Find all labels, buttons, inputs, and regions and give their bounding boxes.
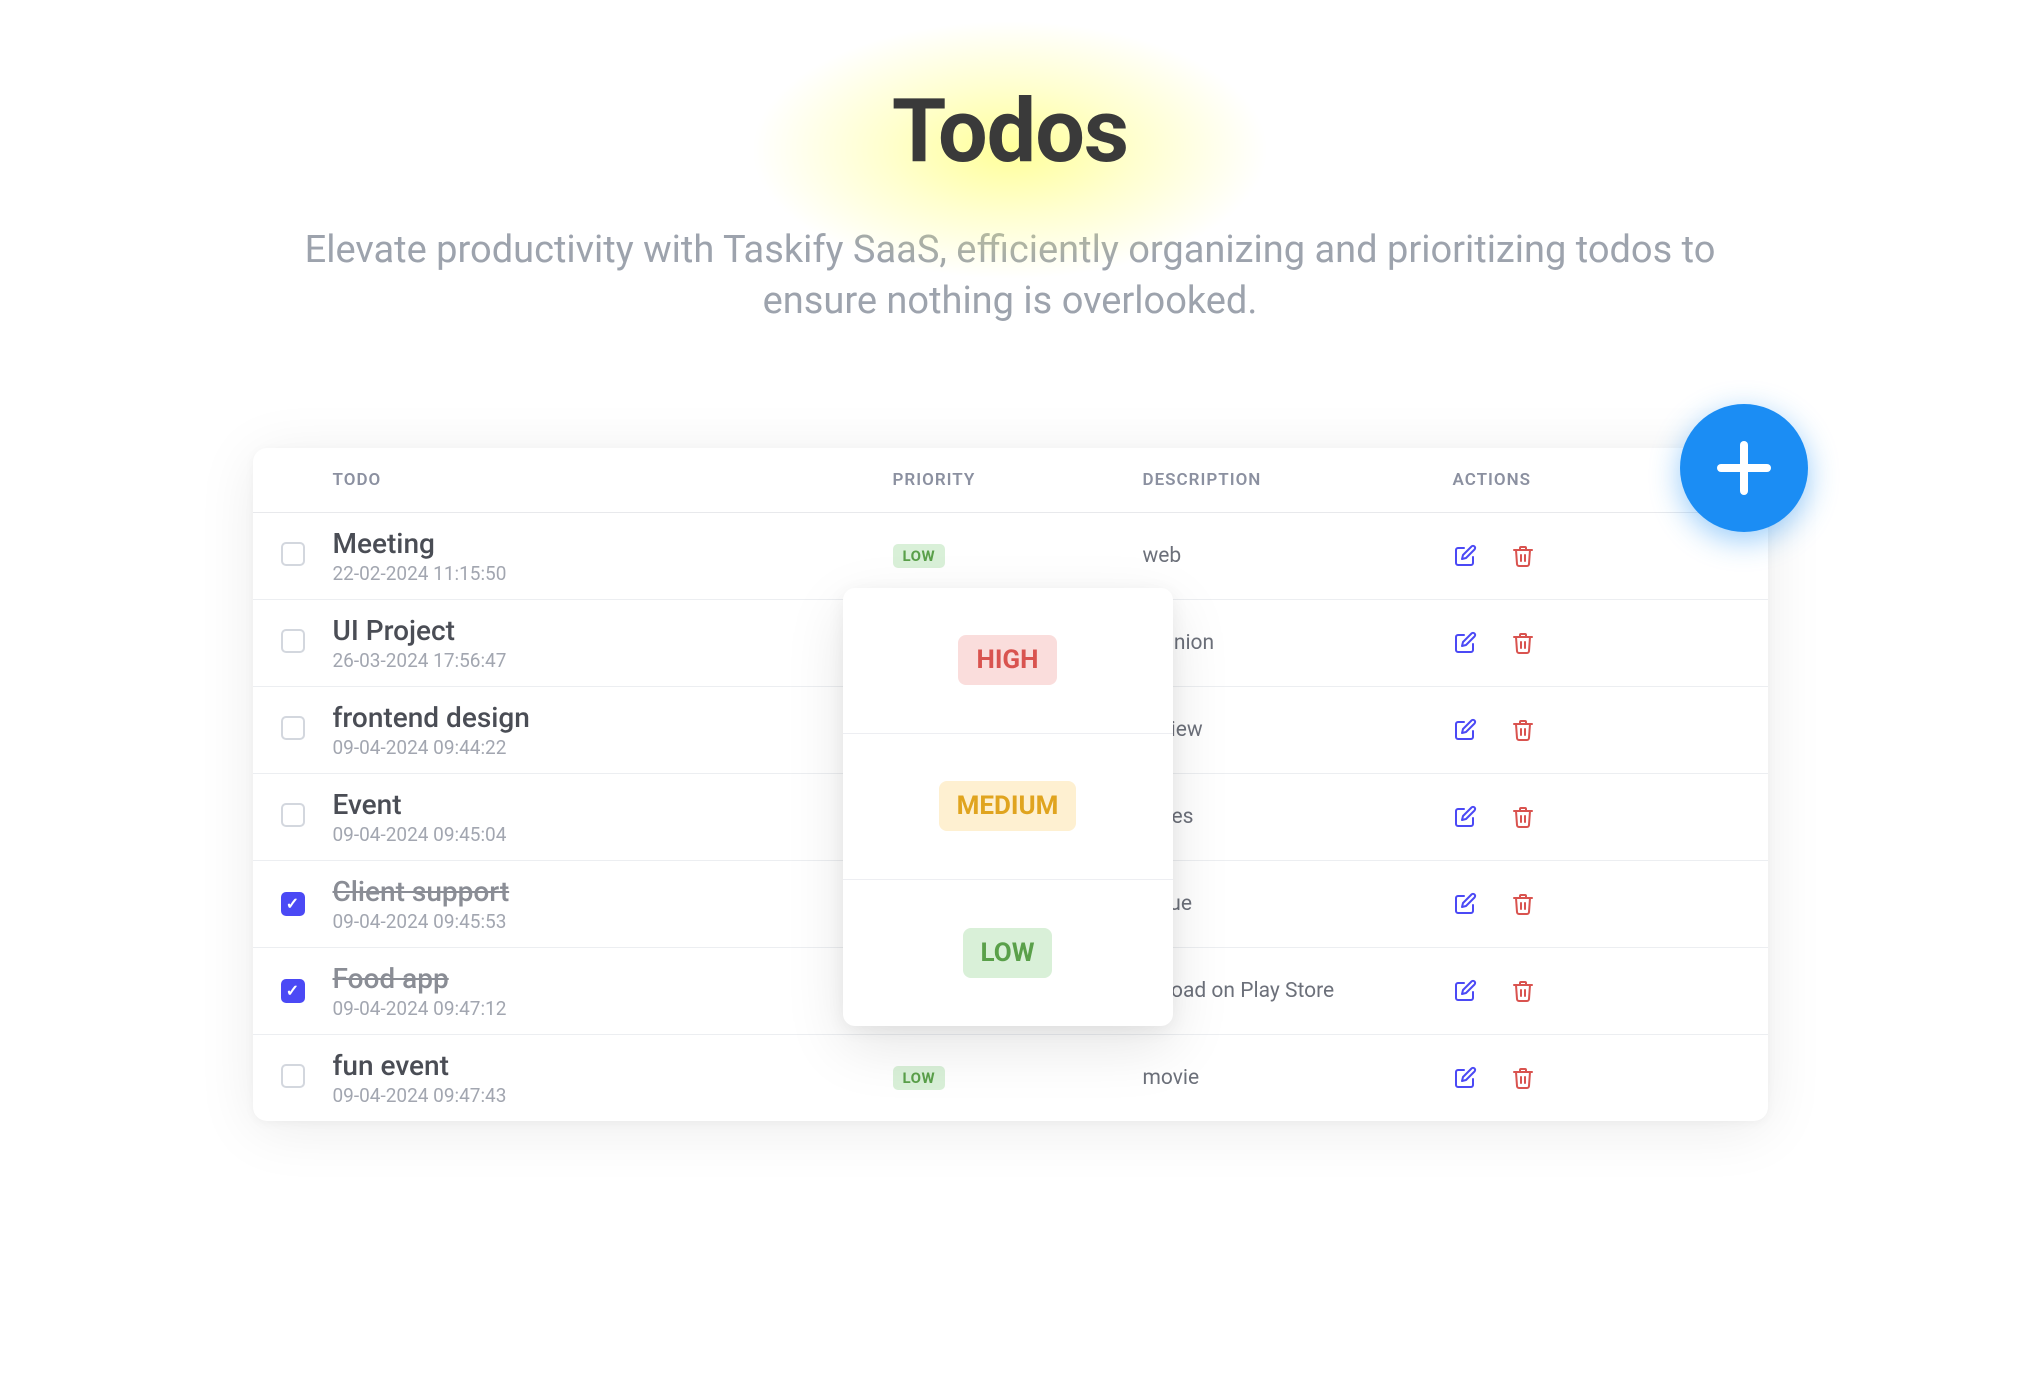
edit-icon [1453,805,1477,829]
todo-title: fun event [333,1049,893,1082]
todo-title: Client support [333,875,893,908]
priority-option[interactable]: LOW [843,880,1173,1026]
plus-icon [1717,441,1771,495]
trash-icon [1511,544,1535,568]
edit-button[interactable] [1453,631,1477,655]
th-todo: TODO [333,470,893,490]
delete-button[interactable] [1511,979,1535,1003]
add-todo-button[interactable] [1680,404,1808,532]
delete-button[interactable] [1511,631,1535,655]
edit-icon [1453,631,1477,655]
trash-icon [1511,979,1535,1003]
edit-icon [1453,1066,1477,1090]
table-row: fun event 09-04-2024 09:47:43 LOW movie [253,1035,1768,1121]
th-actions: ACTIONS [1453,470,1633,490]
trash-icon [1511,631,1535,655]
edit-icon [1453,892,1477,916]
delete-button[interactable] [1511,1066,1535,1090]
trash-icon [1511,805,1535,829]
edit-icon [1453,544,1477,568]
trash-icon [1511,892,1535,916]
todo-date: 09-04-2024 09:45:04 [333,823,893,846]
todo-title: Food app [333,962,893,995]
delete-button[interactable] [1511,544,1535,568]
edit-button[interactable] [1453,805,1477,829]
edit-icon [1453,718,1477,742]
todo-description: movie [1143,1066,1200,1090]
page-title: Todos [892,80,1128,183]
th-priority: PRIORITY [893,470,1143,490]
row-checkbox[interactable] [281,629,305,653]
edit-icon [1453,979,1477,1003]
edit-button[interactable] [1453,718,1477,742]
row-checkbox[interactable] [281,803,305,827]
page-subtitle: Elevate productivity with Taskify SaaS, … [270,225,1750,328]
trash-icon [1511,1066,1535,1090]
priority-option-label: LOW [963,928,1053,978]
todo-date: 09-04-2024 09:45:53 [333,910,893,933]
trash-icon [1511,718,1535,742]
priority-option-label: HIGH [958,635,1056,685]
row-checkbox[interactable] [281,542,305,566]
todo-date: 09-04-2024 09:47:12 [333,997,893,1020]
todo-title: UI Project [333,614,893,647]
edit-button[interactable] [1453,979,1477,1003]
todo-date: 09-04-2024 09:44:22 [333,736,893,759]
todo-title: Event [333,788,893,821]
priority-option[interactable]: MEDIUM [843,734,1173,880]
table-header: TODO PRIORITY DESCRIPTION ACTIONS [253,448,1768,513]
priority-option[interactable]: HIGH [843,588,1173,734]
delete-button[interactable] [1511,718,1535,742]
th-description: DESCRIPTION [1143,470,1453,490]
priority-popover: HIGH MEDIUM LOW [843,588,1173,1026]
todo-date: 26-03-2024 17:56:47 [333,649,893,672]
edit-button[interactable] [1453,1066,1477,1090]
edit-button[interactable] [1453,892,1477,916]
edit-button[interactable] [1453,544,1477,568]
todo-description: web [1143,544,1182,568]
row-checkbox[interactable] [281,892,305,916]
todo-date: 09-04-2024 09:47:43 [333,1084,893,1107]
table-row: Meeting 22-02-2024 11:15:50 LOW web [253,513,1768,600]
todo-title: frontend design [333,701,893,734]
todo-title: Meeting [333,527,893,560]
priority-badge: LOW [893,1066,946,1090]
row-checkbox[interactable] [281,716,305,740]
todo-date: 22-02-2024 11:15:50 [333,562,893,585]
delete-button[interactable] [1511,892,1535,916]
delete-button[interactable] [1511,805,1535,829]
todos-card: TODO PRIORITY DESCRIPTION ACTIONS Meetin… [253,448,1768,1121]
row-checkbox[interactable] [281,1064,305,1088]
priority-badge: LOW [893,544,946,568]
row-checkbox[interactable] [281,979,305,1003]
priority-option-label: MEDIUM [939,781,1077,831]
